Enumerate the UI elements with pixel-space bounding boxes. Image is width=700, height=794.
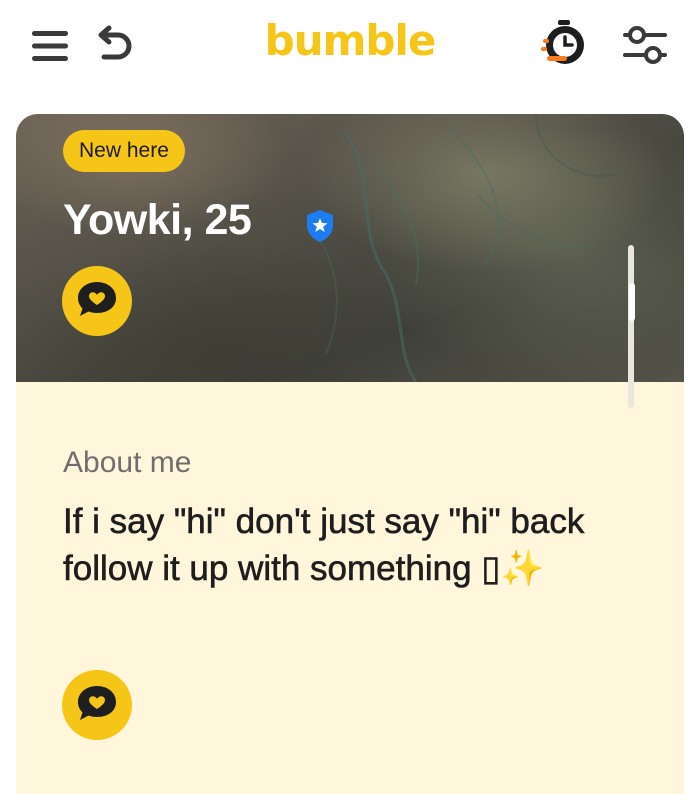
new-here-badge: New here <box>63 130 185 172</box>
verified-shield-icon <box>305 209 335 247</box>
filter-sliders-icon[interactable] <box>620 20 670 70</box>
stopwatch-icon[interactable] <box>538 18 588 70</box>
app-logo: bumble <box>264 16 437 65</box>
scrollbar-track[interactable] <box>628 245 634 408</box>
compliment-button[interactable] <box>62 266 132 336</box>
chat-heart-icon <box>75 279 119 323</box>
about-compliment-button[interactable] <box>62 670 132 740</box>
profile-card[interactable]: New here Yowki, 25 About me If i say "hi… <box>16 114 684 794</box>
about-me-text: If i say "hi" don't just say "hi" back f… <box>63 502 585 589</box>
profile-name-age: Yowki, 25 <box>63 196 252 244</box>
about-me-heading: About me <box>63 446 192 479</box>
top-bar: bumble <box>0 0 700 95</box>
chat-heart-icon <box>75 683 119 727</box>
scrollbar-thumb[interactable] <box>629 283 635 321</box>
profile-photo[interactable]: New here Yowki, 25 <box>16 114 684 382</box>
